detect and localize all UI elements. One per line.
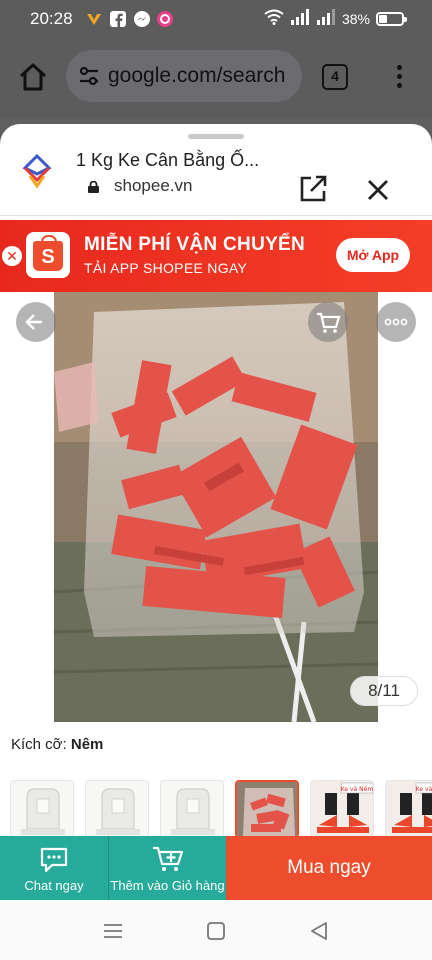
back-nav-icon[interactable] bbox=[310, 922, 328, 945]
buy-now-button[interactable]: Mua ngay bbox=[226, 836, 432, 900]
banner-title: MIỄN PHÍ VẬN CHUYỂN bbox=[84, 234, 306, 255]
recents-icon[interactable] bbox=[104, 922, 122, 945]
sheet-header: 1 Kg Ke Cân Bằng Ố... shopee.vn bbox=[0, 140, 432, 216]
sheet-drag-handle[interactable] bbox=[188, 134, 244, 139]
site-settings-icon[interactable] bbox=[78, 65, 100, 87]
app-promo-banner: ✕ S MIỄN PHÍ VẬN CHUYỂN TẢI APP SHOPEE N… bbox=[0, 220, 432, 292]
lock-icon bbox=[88, 180, 99, 193]
variant-thumbnail[interactable] bbox=[10, 780, 74, 838]
overflow-menu-icon[interactable] bbox=[390, 62, 408, 92]
add-to-cart-button[interactable]: Thêm vào Giỏ hàng bbox=[108, 836, 226, 900]
svg-text:Ke và Nêm: Ke và Nêm bbox=[341, 786, 374, 793]
home-nav-icon[interactable] bbox=[207, 922, 225, 945]
banner-close-button[interactable]: ✕ bbox=[2, 246, 22, 266]
image-counter: 8/11 bbox=[350, 676, 418, 706]
variant-key: Kích cỡ: bbox=[11, 736, 71, 753]
app-icon bbox=[157, 11, 173, 27]
browser-toolbar: google.com/search 4 bbox=[0, 38, 432, 118]
product-photo[interactable] bbox=[54, 292, 378, 722]
more-options-icon[interactable] bbox=[376, 302, 416, 342]
page-domain: shopee.vn bbox=[114, 176, 193, 195]
svg-text:Ke và Nêm: Ke và Nêm bbox=[416, 786, 432, 793]
variant-value: Nêm bbox=[70, 736, 104, 753]
variant-thumbnails: Ke và Nêm Ke và Nêm bbox=[10, 780, 432, 840]
tab-switcher-button[interactable]: 4 bbox=[322, 64, 348, 90]
chat-icon bbox=[40, 847, 68, 873]
page-title: 1 Kg Ke Cân Bằng Ố... bbox=[76, 150, 260, 170]
wifi-icon bbox=[264, 9, 284, 28]
variant-thumbnail[interactable]: Ke và Nêm bbox=[310, 780, 374, 838]
site-logo-icon bbox=[22, 153, 52, 189]
product-gallery[interactable]: 8/11 bbox=[0, 292, 432, 722]
add-to-cart-icon bbox=[153, 846, 184, 871]
custom-tab-sheet: 1 Kg Ke Cân Bằng Ố... shopee.vn ✕ S MIỄN… bbox=[0, 124, 432, 960]
add-to-cart-label: Thêm vào Giỏ hàng bbox=[110, 878, 225, 893]
banner-subtitle: TẢI APP SHOPEE NGAY bbox=[84, 260, 248, 276]
messenger-icon bbox=[134, 11, 150, 27]
signal-icon bbox=[290, 9, 310, 28]
shopee-logo-icon: S bbox=[26, 232, 70, 278]
open-app-button[interactable]: Mở App bbox=[336, 238, 410, 272]
battery-percent: 38% bbox=[341, 10, 370, 27]
clock: 20:28 bbox=[30, 9, 73, 28]
close-icon[interactable] bbox=[364, 176, 392, 204]
battery-icon bbox=[376, 11, 407, 26]
address-bar[interactable]: google.com/search bbox=[66, 50, 302, 102]
status-bar: 20:28 38% bbox=[0, 0, 432, 38]
url-text[interactable]: google.com/search bbox=[108, 64, 294, 88]
chat-now-label: Chat ngay bbox=[24, 878, 84, 893]
signal-icon-2 bbox=[316, 9, 336, 28]
home-icon[interactable] bbox=[16, 60, 50, 94]
system-nav-bar bbox=[0, 902, 432, 960]
status-right: 38% bbox=[264, 9, 407, 28]
cart-icon[interactable] bbox=[308, 302, 348, 342]
facebook-icon bbox=[110, 11, 126, 27]
open-in-browser-icon[interactable] bbox=[298, 174, 328, 204]
variant-label: Kích cỡ: Nêm bbox=[11, 736, 103, 753]
chat-now-button[interactable]: Chat ngay bbox=[0, 836, 108, 900]
variant-thumbnail[interactable] bbox=[160, 780, 224, 838]
vpn-icon bbox=[86, 11, 102, 27]
previous-image-button[interactable] bbox=[16, 302, 56, 342]
variant-thumbnail[interactable]: Ke và Nêm bbox=[385, 780, 432, 838]
variant-thumbnail[interactable] bbox=[235, 780, 299, 838]
variant-thumbnail[interactable] bbox=[85, 780, 149, 838]
shopee-bag-letter: S bbox=[33, 235, 63, 271]
purchase-action-bar: Chat ngay Thêm vào Giỏ hàng Mua ngay bbox=[0, 836, 432, 900]
